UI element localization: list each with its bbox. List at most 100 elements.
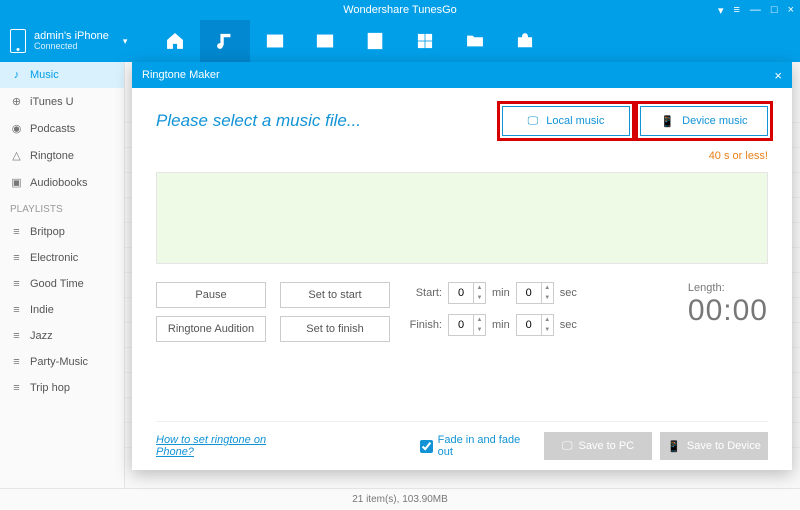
tab-apps[interactable] — [400, 20, 450, 62]
device-music-button[interactable]: 📱 Device music — [640, 106, 768, 136]
sidebar-item-label: Britpop — [30, 226, 65, 238]
button-label: Device music — [682, 115, 747, 127]
button-label: Local music — [546, 115, 604, 127]
length-value: 00:00 — [688, 294, 768, 328]
pause-button[interactable]: Pause — [156, 282, 266, 308]
nav-tabs — [150, 20, 550, 62]
phone-icon — [10, 29, 26, 53]
sidebar-playlist[interactable]: ≡ Jazz — [0, 323, 124, 349]
sec-label: sec — [560, 287, 577, 299]
music-icon: ♪ — [10, 69, 23, 81]
sidebar-item-ringtone[interactable]: △ Ringtone — [0, 142, 124, 169]
save-to-pc-button[interactable]: 🖵Save to PC — [544, 432, 652, 460]
help-link[interactable]: How to set ringtone on Phone? — [156, 434, 294, 458]
start-sec-stepper[interactable]: ▲▼ — [516, 282, 554, 304]
playlist-icon: ≡ — [10, 252, 23, 264]
maximize-button[interactable]: □ — [771, 4, 778, 16]
fade-label: Fade in and fade out — [438, 434, 528, 458]
menu-icon[interactable]: ≡ — [733, 4, 739, 16]
tab-music[interactable] — [200, 20, 250, 62]
sidebar-playlist[interactable]: ≡ Trip hop — [0, 375, 124, 401]
itunesu-icon: ⊕ — [10, 95, 23, 108]
fade-checkbox-input[interactable] — [420, 440, 433, 453]
sidebar-item-label: Trip hop — [30, 382, 70, 394]
audition-button[interactable]: Ringtone Audition — [156, 316, 266, 342]
finish-min-stepper[interactable]: ▲▼ — [448, 314, 486, 336]
finish-sec-input[interactable] — [517, 315, 541, 335]
playlists-header: PLAYLISTS — [0, 196, 124, 219]
sidebar-item-itunesu[interactable]: ⊕ iTunes U — [0, 88, 124, 115]
tab-home[interactable] — [150, 20, 200, 62]
sidebar-playlist[interactable]: ≡ Electronic — [0, 245, 124, 271]
waveform-area[interactable] — [156, 172, 768, 264]
bell-icon: △ — [10, 149, 23, 162]
sidebar-item-label: Music — [30, 69, 59, 81]
set-start-button[interactable]: Set to start — [280, 282, 390, 308]
fade-checkbox[interactable]: Fade in and fade out — [420, 434, 528, 458]
book-icon: ▣ — [10, 176, 23, 189]
playlist-icon: ≡ — [10, 226, 23, 238]
finish-label: Finish: — [404, 319, 442, 331]
sidebar-playlist[interactable]: ≡ Party-Music — [0, 349, 124, 375]
set-finish-button[interactable]: Set to finish — [280, 316, 390, 342]
podcasts-icon: ◉ — [10, 122, 23, 135]
sidebar-item-label: Audiobooks — [30, 177, 88, 189]
tab-video[interactable] — [250, 20, 300, 62]
start-label: Start: — [404, 287, 442, 299]
length-label: Length: — [688, 282, 768, 294]
sidebar-item-label: Electronic — [30, 252, 78, 264]
main-toolbar: admin's iPhone Connected ▾ — [0, 20, 800, 62]
sidebar-item-podcasts[interactable]: ◉ Podcasts — [0, 115, 124, 142]
close-button[interactable]: × — [788, 4, 794, 16]
titlebar: Wondershare TunesGo ▾ ≡ — □ × — [0, 0, 800, 20]
sidebar-item-label: Good Time — [30, 278, 84, 290]
sidebar-playlist[interactable]: ≡ Britpop — [0, 219, 124, 245]
tab-photos[interactable] — [300, 20, 350, 62]
dialog-header: Ringtone Maker × — [132, 62, 792, 88]
tab-files[interactable] — [450, 20, 500, 62]
sec-label: sec — [560, 319, 577, 331]
finish-min-input[interactable] — [449, 315, 473, 335]
sidebar-item-label: iTunes U — [30, 96, 74, 108]
device-selector[interactable]: admin's iPhone Connected ▾ — [0, 29, 140, 53]
playlist-icon: ≡ — [10, 356, 23, 368]
start-min-input[interactable] — [449, 283, 473, 303]
device-status: Connected — [34, 42, 109, 52]
playlist-icon: ≡ — [10, 330, 23, 342]
sidebar-item-music[interactable]: ♪ Music — [0, 62, 124, 88]
duration-limit: 40 s or less! — [156, 150, 768, 162]
tab-contacts[interactable] — [350, 20, 400, 62]
close-icon[interactable]: × — [774, 68, 782, 83]
sidebar-item-audiobooks[interactable]: ▣ Audiobooks — [0, 169, 124, 196]
app-title: Wondershare TunesGo — [343, 4, 457, 16]
monitor-icon: 🖵 — [528, 115, 539, 128]
sidebar-playlist[interactable]: ≡ Indie — [0, 297, 124, 323]
minimize-button[interactable]: — — [750, 4, 761, 16]
sidebar-item-label: Indie — [30, 304, 54, 316]
status-bar: 21 item(s), 103.90MB — [0, 488, 800, 510]
status-text: 21 item(s), 103.90MB — [352, 494, 448, 505]
ringtone-maker-dialog: Ringtone Maker × Please select a music f… — [132, 62, 792, 470]
finish-sec-stepper[interactable]: ▲▼ — [516, 314, 554, 336]
user-icon[interactable]: ▾ — [718, 4, 724, 17]
playlist-icon: ≡ — [10, 278, 23, 290]
tab-toolbox[interactable] — [500, 20, 550, 62]
sidebar-item-label: Jazz — [30, 330, 53, 342]
playlist-icon: ≡ — [10, 304, 23, 316]
start-min-stepper[interactable]: ▲▼ — [448, 282, 486, 304]
sidebar-playlist[interactable]: ≡ Good Time — [0, 271, 124, 297]
dialog-title: Ringtone Maker — [142, 69, 220, 81]
min-label: min — [492, 319, 510, 331]
sidebar-item-label: Party-Music — [30, 356, 88, 368]
sidebar-item-label: Podcasts — [30, 123, 75, 135]
window-buttons: ▾ ≡ — □ × — [718, 0, 794, 20]
local-music-button[interactable]: 🖵 Local music — [502, 106, 630, 136]
monitor-icon: 🖵 — [562, 440, 573, 453]
min-label: min — [492, 287, 510, 299]
phone-icon: 📱 — [667, 440, 681, 453]
phone-icon: 📱 — [660, 115, 674, 128]
playlist-icon: ≡ — [10, 382, 23, 394]
sidebar-item-label: Ringtone — [30, 150, 74, 162]
start-sec-input[interactable] — [517, 283, 541, 303]
save-to-device-button[interactable]: 📱Save to Device — [660, 432, 768, 460]
